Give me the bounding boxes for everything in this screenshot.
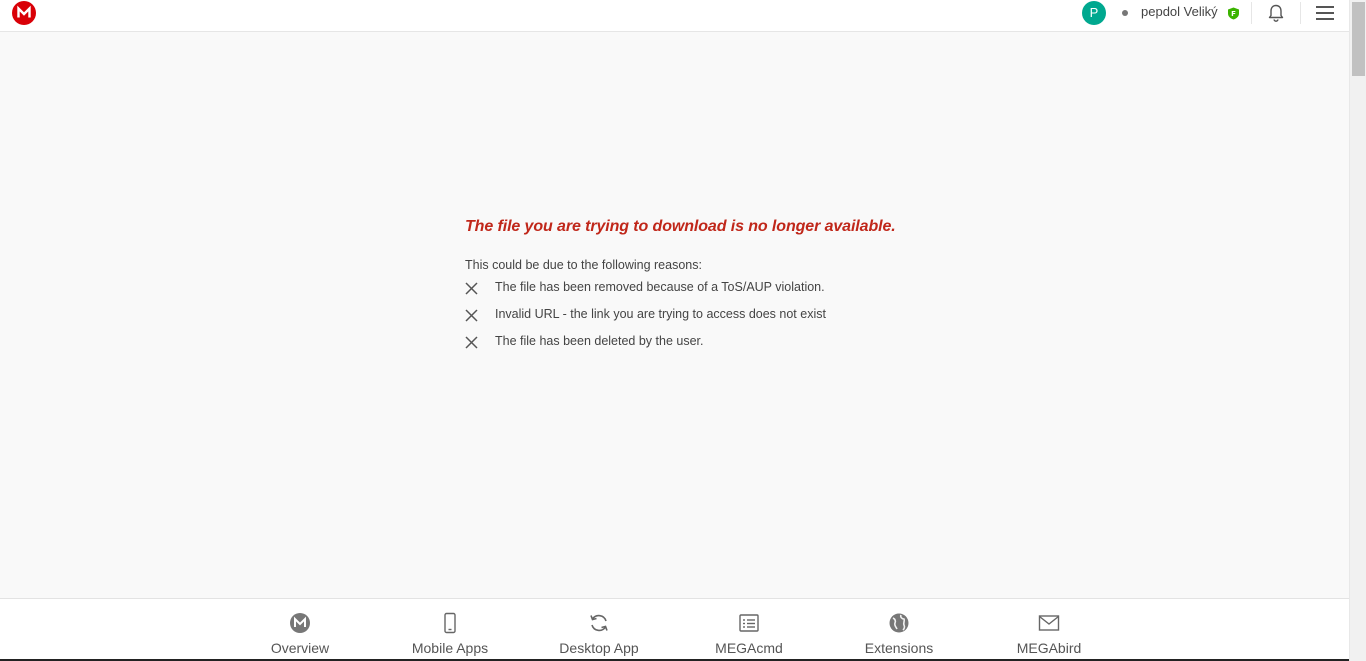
shield-icon: F — [1228, 7, 1239, 20]
globe-icon — [889, 613, 909, 633]
page-title: The file you are trying to download is n… — [465, 218, 896, 235]
phone-icon — [444, 612, 456, 634]
footer-item-label: Extensions — [864, 640, 934, 656]
divider — [1300, 2, 1301, 24]
sync-icon — [590, 614, 608, 632]
footer-item-extensions[interactable]: Extensions — [824, 599, 974, 660]
divider — [1251, 2, 1252, 24]
footer-item-label: Mobile Apps — [411, 640, 489, 656]
scrollbar-thumb[interactable] — [1352, 2, 1365, 76]
hamburger-menu-icon[interactable] — [1316, 5, 1334, 21]
footer-item-overview[interactable]: Overview — [225, 599, 375, 660]
footer-item-megabird[interactable]: MEGAbird — [974, 599, 1124, 660]
mail-icon — [1038, 615, 1060, 631]
error-panel: The file you are trying to download is n… — [465, 218, 1065, 361]
list-item: The file has been removed because of a T… — [465, 280, 1065, 307]
top-bar: P pepdol Veliký F — [0, 0, 1349, 32]
close-icon — [465, 309, 478, 322]
bell-icon[interactable] — [1266, 3, 1286, 23]
mega-logo-icon[interactable] — [12, 1, 36, 25]
footer-item-megacmd[interactable]: MEGAcmd — [674, 599, 824, 660]
close-icon — [465, 336, 478, 349]
username-label[interactable]: pepdol Veliký — [1141, 4, 1218, 19]
vertical-scrollbar[interactable] — [1349, 0, 1366, 661]
reason-text: The file has been removed because of a T… — [495, 280, 825, 294]
reason-list: The file has been removed because of a T… — [465, 280, 1065, 361]
footer-item-mobile-apps[interactable]: Mobile Apps — [375, 599, 525, 660]
reason-text: Invalid URL - the link you are trying to… — [495, 307, 826, 321]
list-item: Invalid URL - the link you are trying to… — [465, 307, 1065, 334]
avatar[interactable]: P — [1082, 1, 1106, 25]
list-item: The file has been deleted by the user. — [465, 334, 1065, 361]
footer-nav: Overview Mobile Apps Desktop App MEGAcmd — [0, 598, 1349, 661]
footer-item-label: Desktop App — [559, 640, 639, 656]
close-icon — [465, 282, 478, 295]
footer-item-label: MEGAcmd — [715, 640, 783, 656]
mega-logo-icon — [290, 613, 310, 633]
footer-item-desktop-app[interactable]: Desktop App — [524, 599, 674, 660]
footer-item-label: Overview — [270, 640, 330, 656]
footer-item-label: MEGAbird — [1016, 640, 1082, 656]
status-dot — [1122, 10, 1128, 16]
svg-text:F: F — [1231, 10, 1236, 18]
terminal-list-icon — [739, 614, 759, 632]
reason-text: The file has been deleted by the user. — [495, 334, 704, 348]
intro-text: This could be due to the following reaso… — [465, 258, 702, 272]
